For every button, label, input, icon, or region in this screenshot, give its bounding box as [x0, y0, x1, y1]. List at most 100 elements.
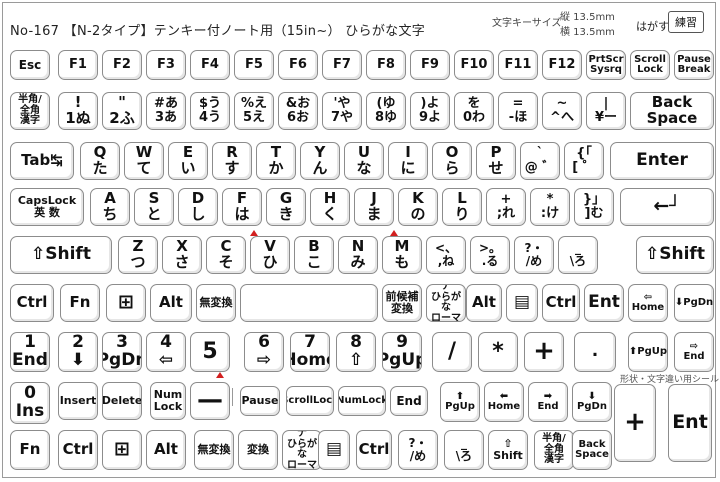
key-sticker-kc[interactable]: C そ — [206, 236, 246, 274]
key-sticker-scrolllock[interactable]: ScrollLock — [286, 386, 334, 416]
key-sticker-esc[interactable]: Esc — [10, 50, 50, 80]
key-sticker-ko[interactable]: O ら — [432, 142, 472, 180]
key-sticker-pausebrk[interactable]: Pause Break — [674, 50, 714, 80]
key-sticker-kd[interactable]: D し — [178, 188, 218, 226]
key-sticker-n6[interactable]: 6 ⇨ — [244, 332, 284, 372]
key-sticker-pgdn2[interactable]: ⬇ PgDn — [572, 382, 612, 422]
key-sticker-n8[interactable]: 8 ⇧ — [336, 332, 376, 372]
key-sticker-f2[interactable]: F2 — [102, 50, 142, 80]
key-sticker-f4[interactable]: F4 — [190, 50, 230, 80]
key-sticker-nplus[interactable]: + — [524, 332, 564, 372]
key-sticker-f8[interactable]: F8 — [366, 50, 406, 80]
key-sticker-n0[interactable]: 0 Ins — [10, 382, 50, 424]
key-sticker-k2[interactable]: " 2ふ — [102, 92, 142, 130]
key-sticker-kcolon[interactable]: * :け — [530, 188, 570, 226]
key-sticker-n7[interactable]: 7 Home — [290, 332, 330, 372]
key-sticker-ks[interactable]: S と — [134, 188, 174, 226]
key-sticker-f5[interactable]: F5 — [234, 50, 274, 80]
key-sticker-kb[interactable]: B こ — [294, 236, 334, 274]
key-sticker-henkan2[interactable]: 変換 — [238, 430, 278, 470]
key-sticker-rctrl[interactable]: Ctrl — [542, 284, 580, 322]
key-sticker-space[interactable] — [240, 284, 378, 322]
key-sticker-henkan[interactable]: 前候補 変換 — [382, 284, 422, 322]
key-sticker-f3[interactable]: F3 — [146, 50, 186, 80]
key-sticker-home2[interactable]: ⬅ Home — [484, 382, 524, 422]
key-sticker-tab[interactable]: Tab↹ — [10, 142, 74, 180]
key-sticker-fnkey[interactable]: Fn — [60, 284, 100, 322]
key-sticker-kbracket[interactable]: {「 [ ゜ — [564, 142, 604, 180]
key-sticker-kslash2[interactable]: ?・ /め — [398, 430, 438, 470]
key-sticker-pgup2[interactable]: ⬆ PgUp — [440, 382, 480, 422]
key-sticker-n2[interactable]: 2 ⬇ — [58, 332, 98, 372]
key-sticker-bigent[interactable]: Ent — [668, 384, 712, 462]
key-sticker-n4[interactable]: 4 ⇦ — [146, 332, 186, 372]
key-sticker-k6[interactable]: &お 6お — [278, 92, 318, 130]
key-sticker-kana[interactable]: カタカナ ひらがな ローマ字 — [426, 284, 466, 322]
key-sticker-menu[interactable]: ▤ — [506, 284, 538, 322]
key-sticker-kperiod[interactable]: >。 .る — [470, 236, 510, 274]
key-sticker-k8[interactable]: (ゆ 8ゆ — [366, 92, 406, 130]
key-sticker-kw[interactable]: W て — [124, 142, 164, 180]
key-sticker-bigplus[interactable]: + — [614, 384, 656, 462]
key-sticker-kbslash[interactable]: _ \ろ — [558, 236, 598, 274]
key-sticker-kl[interactable]: L り — [442, 188, 482, 226]
key-sticker-n5[interactable]: 5 — [190, 332, 230, 372]
key-sticker-alt[interactable]: Alt — [150, 284, 192, 322]
key-sticker-ku[interactable]: U な — [344, 142, 384, 180]
key-sticker-fn2[interactable]: Fn — [10, 430, 50, 470]
key-sticker-kr[interactable]: R す — [212, 142, 252, 180]
key-sticker-kf[interactable]: F は — [222, 188, 262, 226]
key-sticker-f7[interactable]: F7 — [322, 50, 362, 80]
key-sticker-kt[interactable]: T か — [256, 142, 296, 180]
key-sticker-n9[interactable]: 9 PgUp — [382, 332, 422, 372]
key-sticker-ctrl2[interactable]: Ctrl — [58, 430, 98, 470]
key-sticker-hankaku2[interactable]: 半角/ 全角 漢字 — [534, 430, 574, 470]
key-sticker-kn[interactable]: N み — [338, 236, 378, 274]
key-sticker-ralt[interactable]: Alt — [466, 284, 502, 322]
key-sticker-k7[interactable]: 'や 7や — [322, 92, 362, 130]
key-sticker-kat[interactable]: ` @ ゛ — [520, 142, 560, 180]
key-sticker-ent[interactable]: Ent — [584, 284, 624, 322]
key-sticker-k4[interactable]: $う 4う — [190, 92, 230, 130]
key-sticker-f10[interactable]: F10 — [454, 50, 494, 80]
key-sticker-win[interactable]: ⊞ — [106, 284, 146, 322]
key-sticker-n1[interactable]: 1 End — [10, 332, 50, 372]
key-sticker-nslash[interactable]: / — [432, 332, 472, 372]
key-sticker-kz[interactable]: Z つ — [118, 236, 158, 274]
key-sticker-ndel[interactable]: . — [574, 332, 616, 372]
key-sticker-kg[interactable]: G き — [266, 188, 306, 226]
key-sticker-lshift[interactable]: ⇧Shift — [10, 236, 112, 274]
key-sticker-enter2[interactable]: ←┘ — [620, 188, 714, 226]
key-sticker-numlock[interactable]: Num Lock — [150, 382, 186, 420]
key-sticker-caps[interactable]: CapsLock 英 数 — [10, 188, 84, 226]
key-sticker-nminus[interactable]: — — [190, 382, 230, 420]
key-sticker-kj[interactable]: J ま — [354, 188, 394, 226]
key-sticker-f6[interactable]: F6 — [278, 50, 318, 80]
key-sticker-kp[interactable]: P せ — [476, 142, 516, 180]
key-sticker-prtsc[interactable]: PrtScr Sysrq — [586, 50, 626, 80]
key-sticker-delete[interactable]: Delete — [102, 382, 142, 420]
key-sticker-muhenkan2[interactable]: 無変換 — [194, 430, 234, 470]
key-sticker-ksemi[interactable]: + ;れ — [486, 188, 526, 226]
key-sticker-end[interactable]: ⇨ End — [674, 332, 714, 372]
key-sticker-kcaret[interactable]: ~ ^へ — [542, 92, 582, 130]
key-sticker-backspace2[interactable]: Back Space — [572, 430, 612, 470]
key-sticker-ke[interactable]: E い — [168, 142, 208, 180]
key-sticker-kslash[interactable]: ?・ /め — [514, 236, 554, 274]
key-sticker-backspace[interactable]: Back Space — [630, 92, 714, 130]
key-sticker-n3[interactable]: 3 PgDn — [102, 332, 142, 372]
key-sticker-f9[interactable]: F9 — [410, 50, 450, 80]
key-sticker-kh[interactable]: H く — [310, 188, 350, 226]
key-sticker-pause[interactable]: Pause — [240, 386, 280, 416]
key-sticker-f12[interactable]: F12 — [542, 50, 582, 80]
key-sticker-k3[interactable]: #あ 3あ — [146, 92, 186, 130]
key-sticker-end3[interactable]: ➡ End — [528, 382, 568, 422]
key-sticker-numlock2[interactable]: NumLock — [338, 386, 386, 416]
key-sticker-end2[interactable]: End — [390, 386, 428, 416]
key-sticker-km[interactable]: M も — [382, 236, 422, 274]
key-sticker-kminus[interactable]: = -ほ — [498, 92, 538, 130]
key-sticker-scrlk[interactable]: Scroll Lock — [630, 50, 670, 80]
key-sticker-kana2[interactable]: カタカナ ひらがな ローマ字 — [282, 430, 322, 470]
key-sticker-pgdn[interactable]: ⬇PgDn — [674, 284, 714, 322]
key-sticker-kyen[interactable]: | ¥ー — [586, 92, 626, 130]
